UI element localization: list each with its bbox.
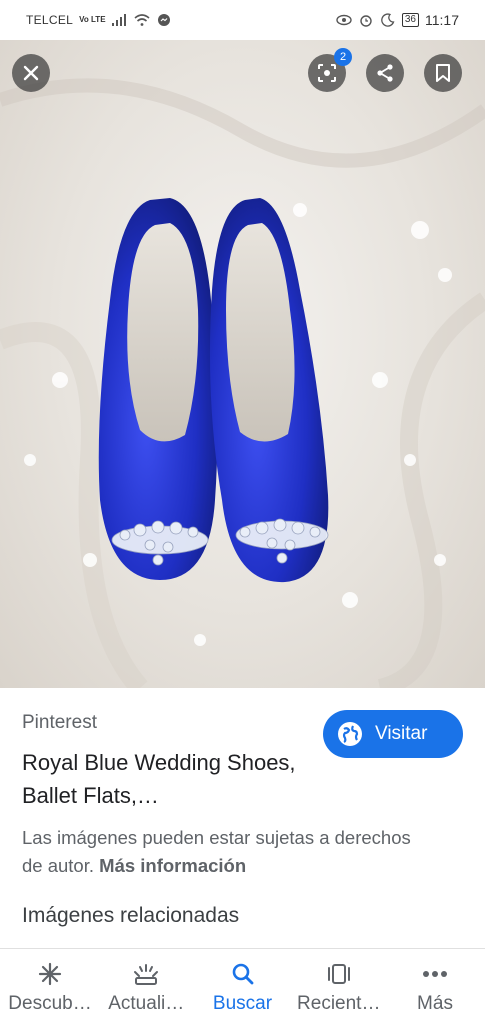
- globe-icon: [338, 722, 362, 746]
- close-button[interactable]: [12, 54, 50, 92]
- lens-icon: [318, 64, 336, 82]
- share-button[interactable]: [366, 54, 404, 92]
- clock: 11:17: [425, 12, 459, 28]
- nav-label-more: Más: [417, 993, 453, 1014]
- copyright-notice: Las imágenes pueden estar sujetas a dere…: [22, 824, 422, 880]
- volte-badge: Vo LTE: [79, 15, 106, 24]
- nav-recent[interactable]: Recient…: [291, 949, 387, 1024]
- recent-tabs-icon: [327, 964, 350, 984]
- visit-label: Visitar: [375, 723, 428, 744]
- nav-more[interactable]: Más: [387, 949, 483, 1024]
- nav-label-discover: Descub…: [8, 993, 92, 1014]
- alarm-icon: [358, 13, 374, 27]
- nav-label-updates: Actuali…: [108, 993, 185, 1014]
- messenger-icon: [156, 13, 172, 27]
- bookmark-icon: [436, 64, 450, 82]
- updates-icon: [134, 964, 159, 985]
- nav-label-search: Buscar: [212, 993, 273, 1014]
- lens-button[interactable]: 2: [308, 48, 352, 92]
- battery-level: 36: [401, 13, 419, 27]
- more-info-link[interactable]: Más información: [99, 855, 246, 876]
- status-bar: TELCEL Vo LTE 36 11:17: [0, 0, 485, 40]
- visit-button[interactable]: Visitar: [323, 710, 463, 758]
- lens-count-badge: 2: [334, 48, 352, 66]
- image-viewer[interactable]: 2: [0, 40, 485, 688]
- save-button[interactable]: [424, 54, 462, 92]
- bottom-nav: Descub… Actuali… Buscar Recient… Más: [0, 948, 485, 1024]
- carrier-name: TELCEL: [26, 13, 74, 27]
- moon-icon: [380, 13, 396, 27]
- nav-updates[interactable]: Actuali…: [98, 949, 194, 1024]
- signal-icon: [111, 13, 128, 27]
- eye-icon: [336, 13, 352, 27]
- asterisk-icon: [38, 962, 62, 986]
- result-title[interactable]: Royal Blue Wedding Shoes, Ballet Flats,…: [22, 746, 302, 812]
- search-icon: [232, 963, 253, 985]
- nav-search[interactable]: Buscar: [195, 949, 291, 1024]
- result-info: Pinterest Royal Blue Wedding Shoes, Ball…: [0, 688, 485, 948]
- nav-label-recent: Recient…: [297, 993, 381, 1014]
- shoes-photo: [0, 78, 485, 688]
- share-icon: [377, 64, 393, 82]
- nav-discover[interactable]: Descub…: [2, 949, 98, 1024]
- close-icon: [23, 65, 39, 81]
- more-icon: [423, 971, 447, 977]
- wifi-icon: [134, 13, 150, 27]
- related-images-heading: Imágenes relacionadas: [22, 904, 240, 927]
- source-name[interactable]: Pinterest: [22, 712, 97, 734]
